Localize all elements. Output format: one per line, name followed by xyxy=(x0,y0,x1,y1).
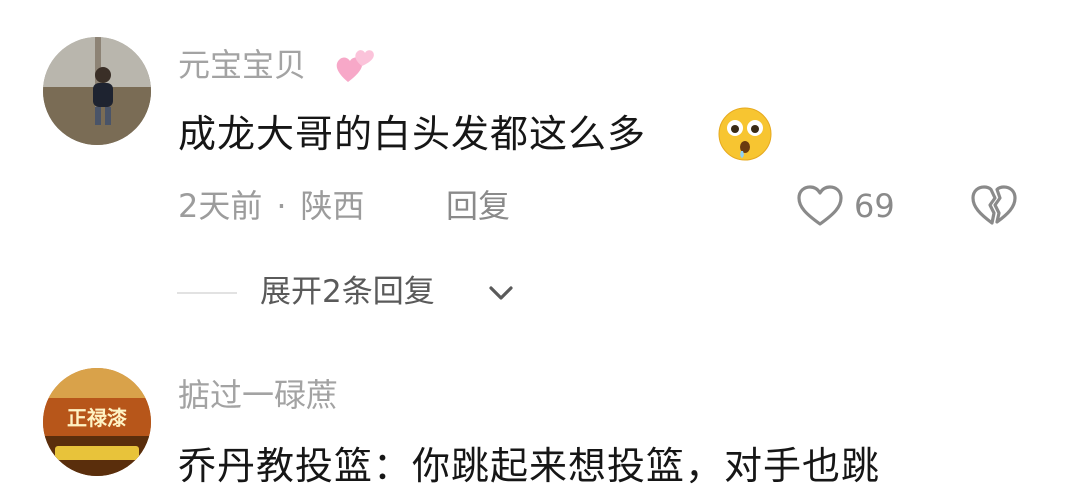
avatar[interactable]: 正禄漆 xyxy=(43,368,151,476)
avatar-brand-text: 正禄漆 xyxy=(67,406,127,430)
expand-replies-button[interactable]: 展开2条回复 xyxy=(260,273,435,311)
comment-location: 陕西 xyxy=(300,187,365,225)
avatar[interactable] xyxy=(43,37,151,145)
like-count: 69 xyxy=(854,187,895,225)
comment-item: 正禄漆 掂过一碌蔗 乔丹教投篮：你跳起来想投篮，对手也跳 xyxy=(0,340,1090,488)
comment-meta: 2天前 · 陕西 xyxy=(178,187,365,225)
reply-button[interactable]: 回复 xyxy=(446,187,510,225)
astonished-face-emoji xyxy=(718,107,772,161)
comment-text: 成龙大哥的白头发都这么多 xyxy=(178,112,647,156)
comment-username[interactable]: 掂过一碌蔗 xyxy=(178,377,338,413)
comment-time: 2天前 xyxy=(178,187,263,225)
pink-hearts-emoji xyxy=(336,50,374,82)
chevron-down-icon[interactable] xyxy=(487,282,515,304)
expand-divider xyxy=(177,292,237,294)
broken-heart-icon[interactable] xyxy=(970,184,1018,228)
comment-username[interactable]: 元宝宝贝 xyxy=(178,47,306,83)
heart-outline-icon[interactable] xyxy=(796,184,844,228)
comment-item: 元宝宝贝 成龙大哥的白头发都这么多 2天前 · 陕西 回复 69 展开2条回复 xyxy=(0,0,1090,340)
comment-text: 乔丹教投篮：你跳起来想投篮，对手也跳 xyxy=(178,444,881,488)
meta-separator: · xyxy=(276,187,287,225)
